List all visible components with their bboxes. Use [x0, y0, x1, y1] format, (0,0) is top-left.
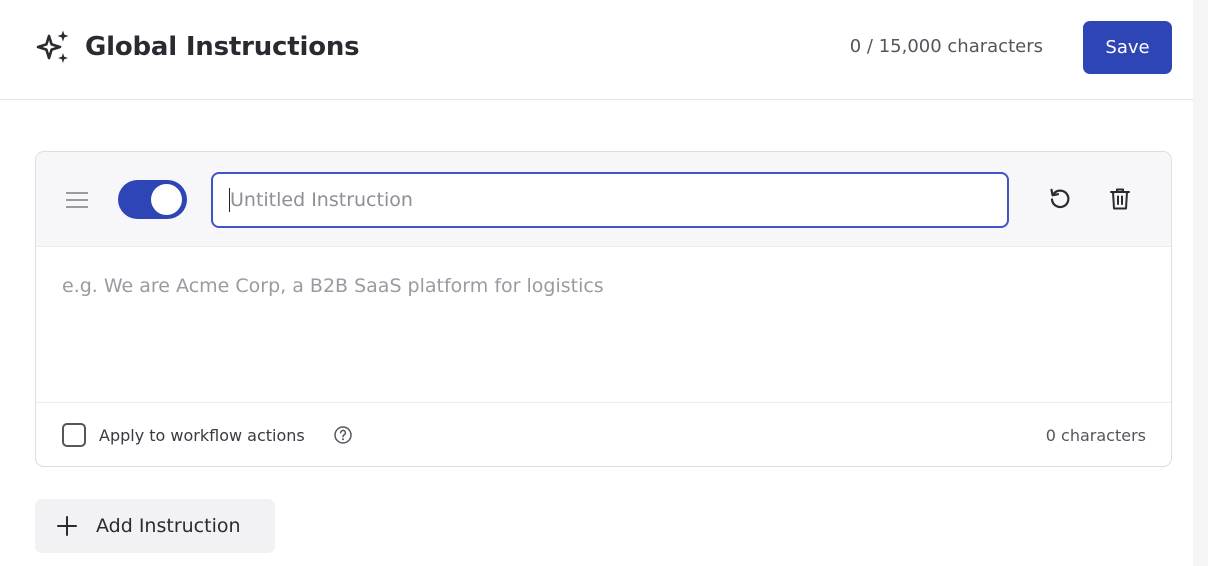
page-title: Global Instructions: [85, 32, 360, 62]
instruction-card-footer: Apply to workflow actions 0 characters: [36, 403, 1171, 466]
instruction-card-header: [36, 152, 1171, 247]
apply-to-workflow-checkbox[interactable]: [62, 423, 86, 447]
plus-icon: [55, 514, 79, 538]
instruction-enabled-toggle[interactable]: [118, 180, 187, 219]
reset-icon[interactable]: [1043, 182, 1077, 216]
instruction-card: Apply to workflow actions 0 characters: [35, 151, 1172, 467]
instruction-body-textarea[interactable]: [36, 247, 1171, 403]
trash-icon[interactable]: [1103, 182, 1137, 216]
apply-to-workflow-label[interactable]: Apply to workflow actions: [99, 426, 305, 445]
add-instruction-label: Add Instruction: [96, 515, 241, 537]
instruction-character-count: 0 characters: [1045, 426, 1146, 445]
add-instruction-button[interactable]: Add Instruction: [35, 499, 275, 553]
text-caret: [229, 188, 230, 212]
toggle-knob: [151, 184, 182, 215]
sparkles-icon: [36, 27, 72, 67]
help-circle-icon[interactable]: [333, 425, 353, 445]
scrollbar-track[interactable]: [1193, 0, 1208, 566]
page-header: Global Instructions 0 / 15,000 character…: [0, 0, 1193, 100]
drag-handle-icon[interactable]: [62, 186, 92, 214]
save-button[interactable]: Save: [1083, 21, 1172, 74]
total-character-count: 0 / 15,000 characters: [849, 36, 1043, 57]
title-group: Global Instructions: [36, 27, 360, 67]
instruction-title-input[interactable]: [211, 172, 1009, 228]
global-instructions-page: Global Instructions 0 / 15,000 character…: [0, 0, 1208, 566]
